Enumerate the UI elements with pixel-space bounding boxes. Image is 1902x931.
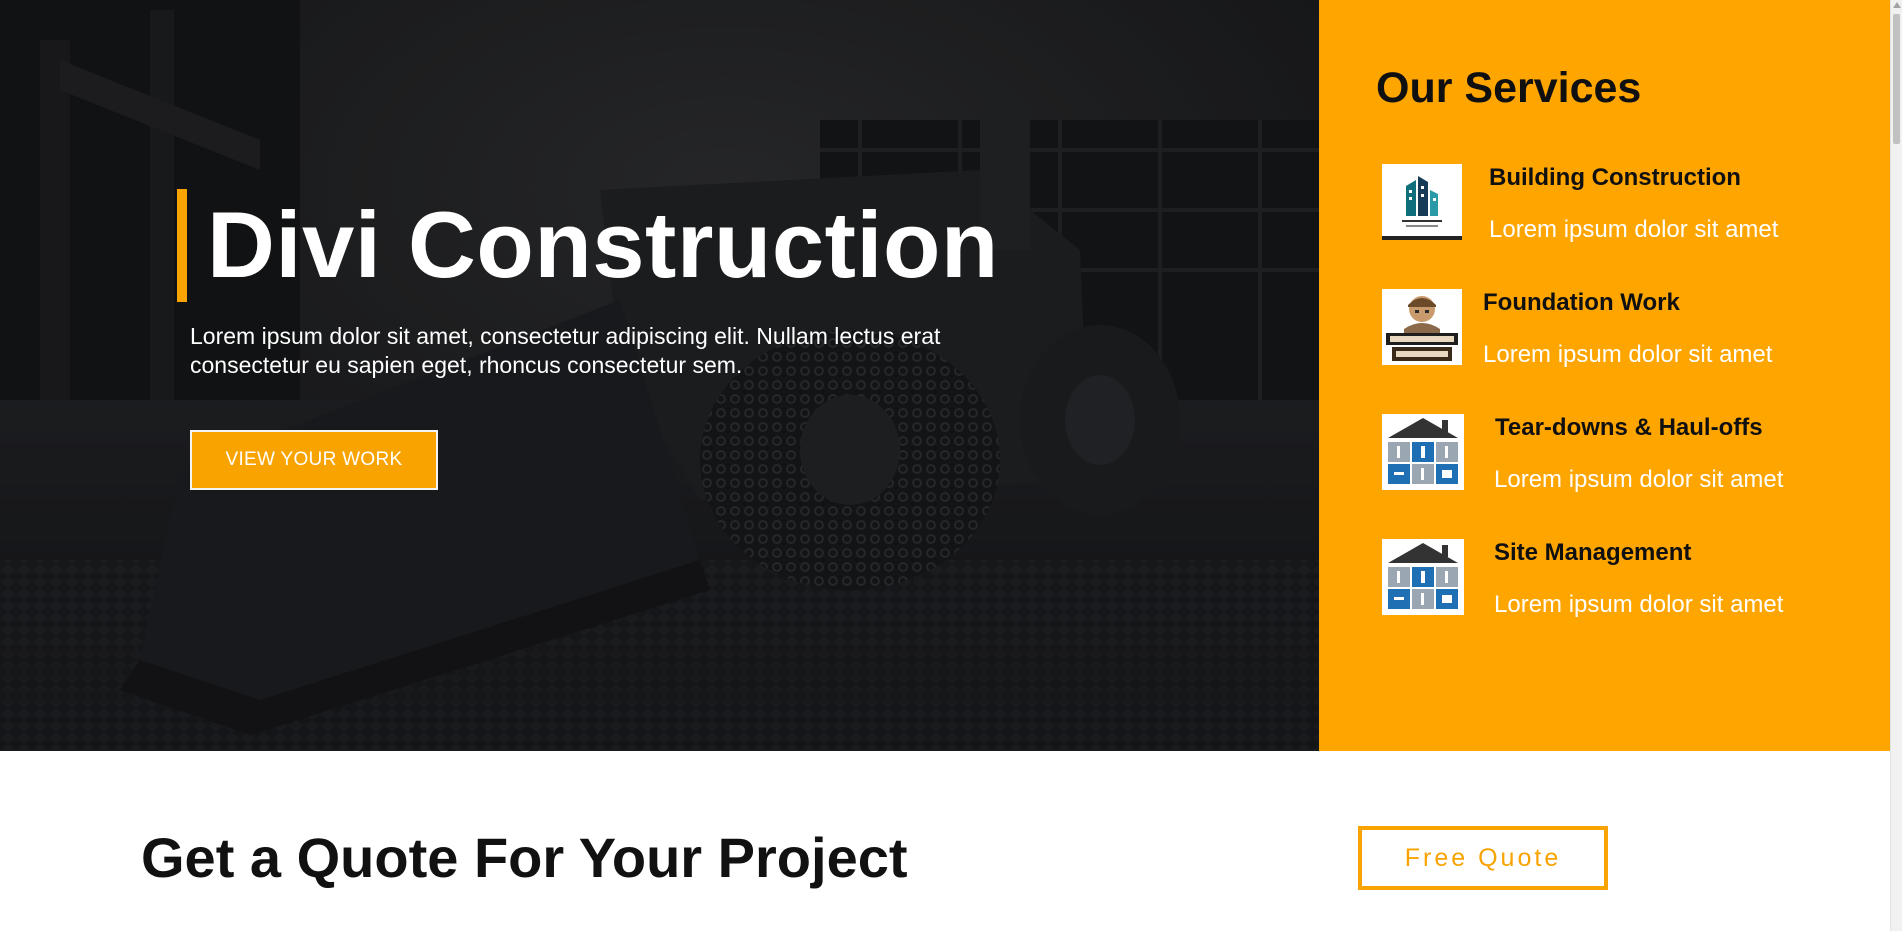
title-accent-bar xyxy=(177,189,187,302)
service-description: Lorem ipsum dolor sit amet xyxy=(1489,216,1779,243)
free-quote-button[interactable]: Free Quote xyxy=(1358,826,1608,890)
service-description: Lorem ipsum dolor sit amet xyxy=(1494,466,1784,493)
house-tools-icon xyxy=(1382,539,1464,615)
page: Divi Construction Lorem ipsum dolor sit … xyxy=(0,0,1890,931)
service-description: Lorem ipsum dolor sit amet xyxy=(1483,341,1773,368)
scroll-up-arrow-icon[interactable] xyxy=(1893,2,1901,8)
scrollbar-thumb[interactable] xyxy=(1893,14,1900,144)
services-panel: Our Services Building Construction Lorem… xyxy=(1319,0,1890,751)
building-construction-logo-icon xyxy=(1382,164,1462,240)
hero-description: Lorem ipsum dolor sit amet, consectetur … xyxy=(190,323,941,378)
hero-content: Divi Construction Lorem ipsum dolor sit … xyxy=(0,0,1319,751)
quote-title: Get a Quote For Your Project xyxy=(141,826,908,889)
service-description: Lorem ipsum dolor sit amet xyxy=(1494,591,1784,618)
hero-section: Divi Construction Lorem ipsum dolor sit … xyxy=(0,0,1319,751)
vertical-scrollbar[interactable] xyxy=(1890,0,1902,931)
service-name: Tear-downs & Haul-offs xyxy=(1495,414,1763,441)
service-name: Building Construction xyxy=(1489,164,1741,191)
foundation-works-logo-icon xyxy=(1382,289,1462,365)
service-item-building-construction[interactable]: Building Construction Lorem ipsum dolor … xyxy=(1319,164,1890,264)
house-tools-icon xyxy=(1382,414,1464,490)
service-item-foundation-work[interactable]: Foundation Work Lorem ipsum dolor sit am… xyxy=(1319,289,1890,389)
hero-title: Divi Construction xyxy=(207,192,999,297)
service-item-tear-downs-haul-offs[interactable]: Tear-downs & Haul-offs Lorem ipsum dolor… xyxy=(1319,414,1890,514)
services-title: Our Services xyxy=(1376,64,1642,112)
service-item-site-management[interactable]: Site Management Lorem ipsum dolor sit am… xyxy=(1319,539,1890,639)
service-name: Foundation Work xyxy=(1483,289,1680,316)
service-name: Site Management xyxy=(1494,539,1692,566)
view-your-work-button[interactable]: VIEW YOUR WORK xyxy=(190,430,438,490)
